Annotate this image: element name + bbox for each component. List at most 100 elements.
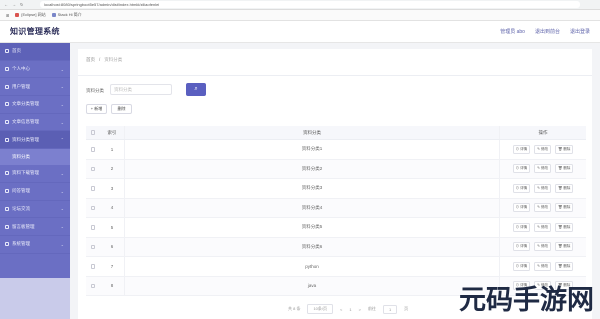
row-name: 资料分类6: [124, 237, 500, 256]
sidebar-item-profile[interactable]: 个人中心 ⌄: [0, 61, 70, 79]
detail-button[interactable]: ⊙ 详情: [512, 261, 531, 271]
select-all-checkbox[interactable]: [90, 130, 96, 135]
row-index: 8: [110, 283, 114, 289]
sidebar-item-material-download[interactable]: 资料下载管理 ⌄: [0, 165, 70, 183]
edit-button[interactable]: ✎ 修改: [534, 164, 551, 174]
sidebar-item-article-info[interactable]: 文章信息管理 ⌄: [0, 114, 70, 132]
download-icon: [5, 171, 9, 176]
detail-button[interactable]: ⊙ 详情: [512, 222, 531, 232]
table-row: 7 python ⊙ 详情 ✎ 修改 🗑 删除: [86, 257, 586, 277]
row-delete-button[interactable]: 🗑 删除: [554, 222, 574, 232]
search-input[interactable]: 资料分类: [110, 84, 172, 95]
row-index: 3: [110, 185, 114, 191]
row-checkbox[interactable]: [90, 205, 96, 210]
row-delete-button[interactable]: 🗑 删除: [554, 203, 574, 213]
add-button[interactable]: + 新增: [86, 104, 107, 114]
row-checkbox[interactable]: [90, 264, 96, 269]
url-field[interactable]: localhost:8080/springboot5e57/admin/dist…: [40, 1, 580, 8]
table-row: 6 资料分类6 ⊙ 详情 ✎ 修改 🗑 删除: [86, 237, 586, 257]
document-icon: [5, 120, 9, 125]
edit-button[interactable]: ✎ 修改: [534, 222, 551, 232]
row-name: python: [124, 257, 500, 276]
apps-icon[interactable]: ⊞: [6, 13, 9, 18]
edit-button[interactable]: ✎ 修改: [534, 203, 551, 213]
gear-icon: [5, 242, 9, 247]
row-checkbox[interactable]: [90, 244, 96, 249]
sidebar-item-qa[interactable]: 问答管理 ⌄: [0, 183, 70, 201]
sidebar-item-system[interactable]: 系统管理 ⌄: [0, 236, 70, 254]
sidebar-subitem-material-category[interactable]: 资料分类: [0, 149, 70, 166]
row-delete-button[interactable]: 🗑 删除: [554, 242, 574, 252]
row-delete-button[interactable]: 🗑 删除: [554, 164, 574, 174]
row-checkbox[interactable]: [90, 147, 96, 152]
next-page-button[interactable]: >: [359, 307, 361, 312]
row-actions: ⊙ 详情 ✎ 修改 🗑 删除: [500, 203, 586, 213]
edit-button[interactable]: ✎ 修改: [534, 261, 551, 271]
breadcrumb: 首页 / 资料分类: [86, 57, 122, 63]
bookmark-item[interactable]: [Eclipse] 网站: [15, 12, 46, 18]
row-actions: ⊙ 详情 ✎ 修改 🗑 删除: [500, 164, 586, 174]
sidebar: 首页 个人中心 ⌄ 用户管理 ⌄ 文章分类管理 ⌄ 文章信息管理 ⌄ 资料分类管…: [0, 43, 70, 319]
back-to-frontend-link[interactable]: 退出到前台: [535, 28, 560, 35]
sidebar-item-users[interactable]: 用户管理 ⌄: [0, 78, 70, 97]
browser-address-bar: ← → ↻ localhost:8080/springboot5e57/admi…: [0, 0, 600, 10]
current-page[interactable]: 1: [349, 307, 351, 312]
row-name: 资料分类2: [124, 159, 500, 178]
page-size-select[interactable]: 10条/页: [307, 304, 334, 314]
detail-button[interactable]: ⊙ 详情: [512, 144, 531, 154]
sidebar-item-home[interactable]: 首页: [0, 43, 70, 61]
row-index: 7: [110, 263, 114, 269]
sidebar-item-material-category[interactable]: 资料分类管理 ⌃: [0, 131, 70, 150]
row-checkbox[interactable]: [90, 186, 96, 191]
chevron-down-icon: ⌄: [60, 119, 64, 125]
folder-icon: [5, 137, 9, 142]
row-name: 资料分类4: [124, 198, 500, 217]
chevron-down-icon: ⌄: [60, 224, 64, 230]
row-checkbox[interactable]: [90, 283, 96, 288]
chat-icon: [5, 206, 9, 211]
row-checkbox[interactable]: [90, 225, 96, 230]
table-body: 1 资料分类1 ⊙ 详情 ✎ 修改 🗑 删除 2 资料分类2 ⊙ 详情 ✎ 修改 🗑 删除 3 资料分…: [86, 140, 586, 296]
back-icon[interactable]: ←: [4, 2, 8, 7]
detail-button[interactable]: ⊙ 详情: [512, 203, 531, 213]
edit-button[interactable]: ✎ 修改: [534, 242, 551, 252]
sidebar-item-article-category[interactable]: 文章分类管理 ⌄: [0, 96, 70, 114]
row-actions: ⊙ 详情 ✎ 修改 🗑 删除: [500, 261, 586, 271]
prev-page-button[interactable]: <: [340, 307, 342, 312]
delete-button[interactable]: 删除: [111, 104, 132, 114]
bookmark-favicon-icon: [51, 13, 56, 17]
row-delete-button[interactable]: 🗑 删除: [554, 183, 574, 193]
search-label: 资料分类: [86, 88, 104, 93]
header-name[interactable]: 资料分类: [124, 126, 500, 139]
sidebar-item-forum[interactable]: 论坛交流 ⌄: [0, 201, 70, 219]
sidebar-footer: [0, 278, 70, 319]
search-button[interactable]: ⌕: [186, 83, 206, 96]
bookmarks-bar: ⊞ [Eclipse] 网站 Stack Hi 简介: [0, 10, 600, 21]
header-ops: 操作: [538, 129, 548, 135]
row-delete-button[interactable]: 🗑 删除: [554, 261, 574, 271]
goto-page-input[interactable]: 1: [382, 304, 398, 314]
detail-button[interactable]: ⊙ 详情: [512, 183, 531, 193]
bookmark-item[interactable]: Stack Hi 简介: [51, 12, 82, 18]
sidebar-item-messages[interactable]: 留言板管理 ⌄: [0, 218, 70, 236]
logout-link[interactable]: 退出登录: [570, 28, 590, 35]
edit-button[interactable]: ✎ 修改: [534, 144, 551, 154]
row-checkbox[interactable]: [90, 166, 96, 171]
forward-icon[interactable]: →: [12, 2, 16, 7]
edit-button[interactable]: ✎ 修改: [534, 183, 551, 193]
row-index: 6: [110, 244, 114, 250]
reload-icon[interactable]: ↻: [20, 2, 23, 7]
row-name: 资料分类1: [124, 140, 500, 159]
detail-button[interactable]: ⊙ 详情: [512, 242, 531, 252]
data-table: 索引 资料分类 操作 1 资料分类1 ⊙ 详情 ✎ 修改 🗑 删除 2 资料分类2 ⊙ 详情 ✎…: [86, 126, 586, 296]
row-delete-button[interactable]: 🗑 删除: [554, 144, 574, 154]
detail-button[interactable]: ⊙ 详情: [512, 164, 531, 174]
breadcrumb-home[interactable]: 首页: [86, 57, 95, 63]
breadcrumb-current: 资料分类: [104, 57, 123, 62]
pagination: 共 8 条 10条/页 < 1 > 前往 1 页: [288, 304, 408, 314]
chevron-up-icon: ⌃: [60, 137, 64, 143]
row-index: 4: [110, 205, 114, 211]
row-actions: ⊙ 详情 ✎ 修改 🗑 删除: [500, 183, 586, 193]
page-suffix: 页: [404, 306, 409, 311]
browser-nav: ← → ↻: [0, 2, 40, 7]
